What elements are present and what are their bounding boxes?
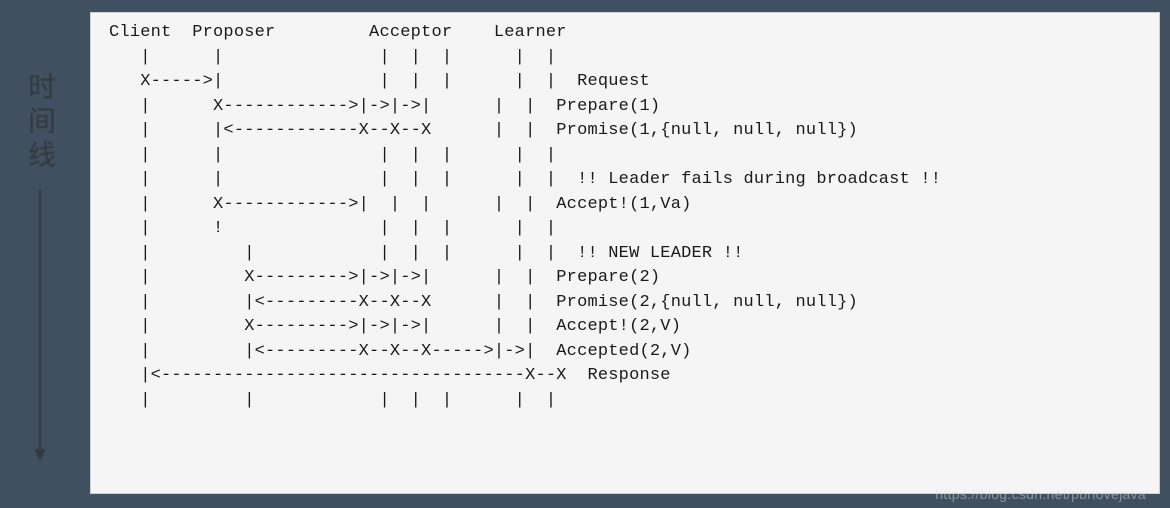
diagram-row: | | | | | | | [109, 391, 556, 410]
sequence-diagram-box: Client Proposer Acceptor Learner | | | |… [90, 12, 1160, 494]
sequence-diagram: Client Proposer Acceptor Learner | | | |… [109, 21, 1141, 413]
diagram-row: | | | | | | | !! NEW LEADER !! [109, 244, 744, 263]
diagram-row: | | | | | | | [109, 146, 556, 165]
diagram-row: X----->| | | | | | Request [109, 72, 650, 91]
page-container: 时间线 Client Proposer Acceptor Learner | |… [0, 0, 1170, 508]
diagram-row: | |<------------X--X--X | | Promise(1,{n… [109, 121, 858, 140]
timeline-arrow-icon [39, 190, 41, 460]
timeline-label: 时间线 [20, 72, 60, 174]
diagram-row: | X--------->|->|->| | | Prepare(2) [109, 268, 660, 287]
diagram-row: |<-----------------------------------X--… [109, 366, 671, 385]
diagram-row: | | | | | | | !! Leader fails during bro… [109, 170, 941, 189]
diagram-row: | X------------>|->|->| | | Prepare(1) [109, 97, 660, 116]
timeline-block: 时间线 [20, 72, 60, 460]
diagram-row: | X--------->|->|->| | | Accept!(2,V) [109, 317, 681, 336]
diagram-row: | |<---------X--X--X | | Promise(2,{null… [109, 293, 858, 312]
diagram-row: | ! | | | | | [109, 219, 556, 238]
diagram-header: Client Proposer Acceptor Learner [109, 23, 567, 42]
diagram-row: | X------------>| | | | | Accept!(1,Va) [109, 195, 692, 214]
diagram-row: | |<---------X--X--X----->|->| Accepted(… [109, 342, 692, 361]
diagram-row: | | | | | | | [109, 48, 556, 67]
watermark-text: https://blog.csdn.net/pbrlovejava [935, 486, 1146, 502]
